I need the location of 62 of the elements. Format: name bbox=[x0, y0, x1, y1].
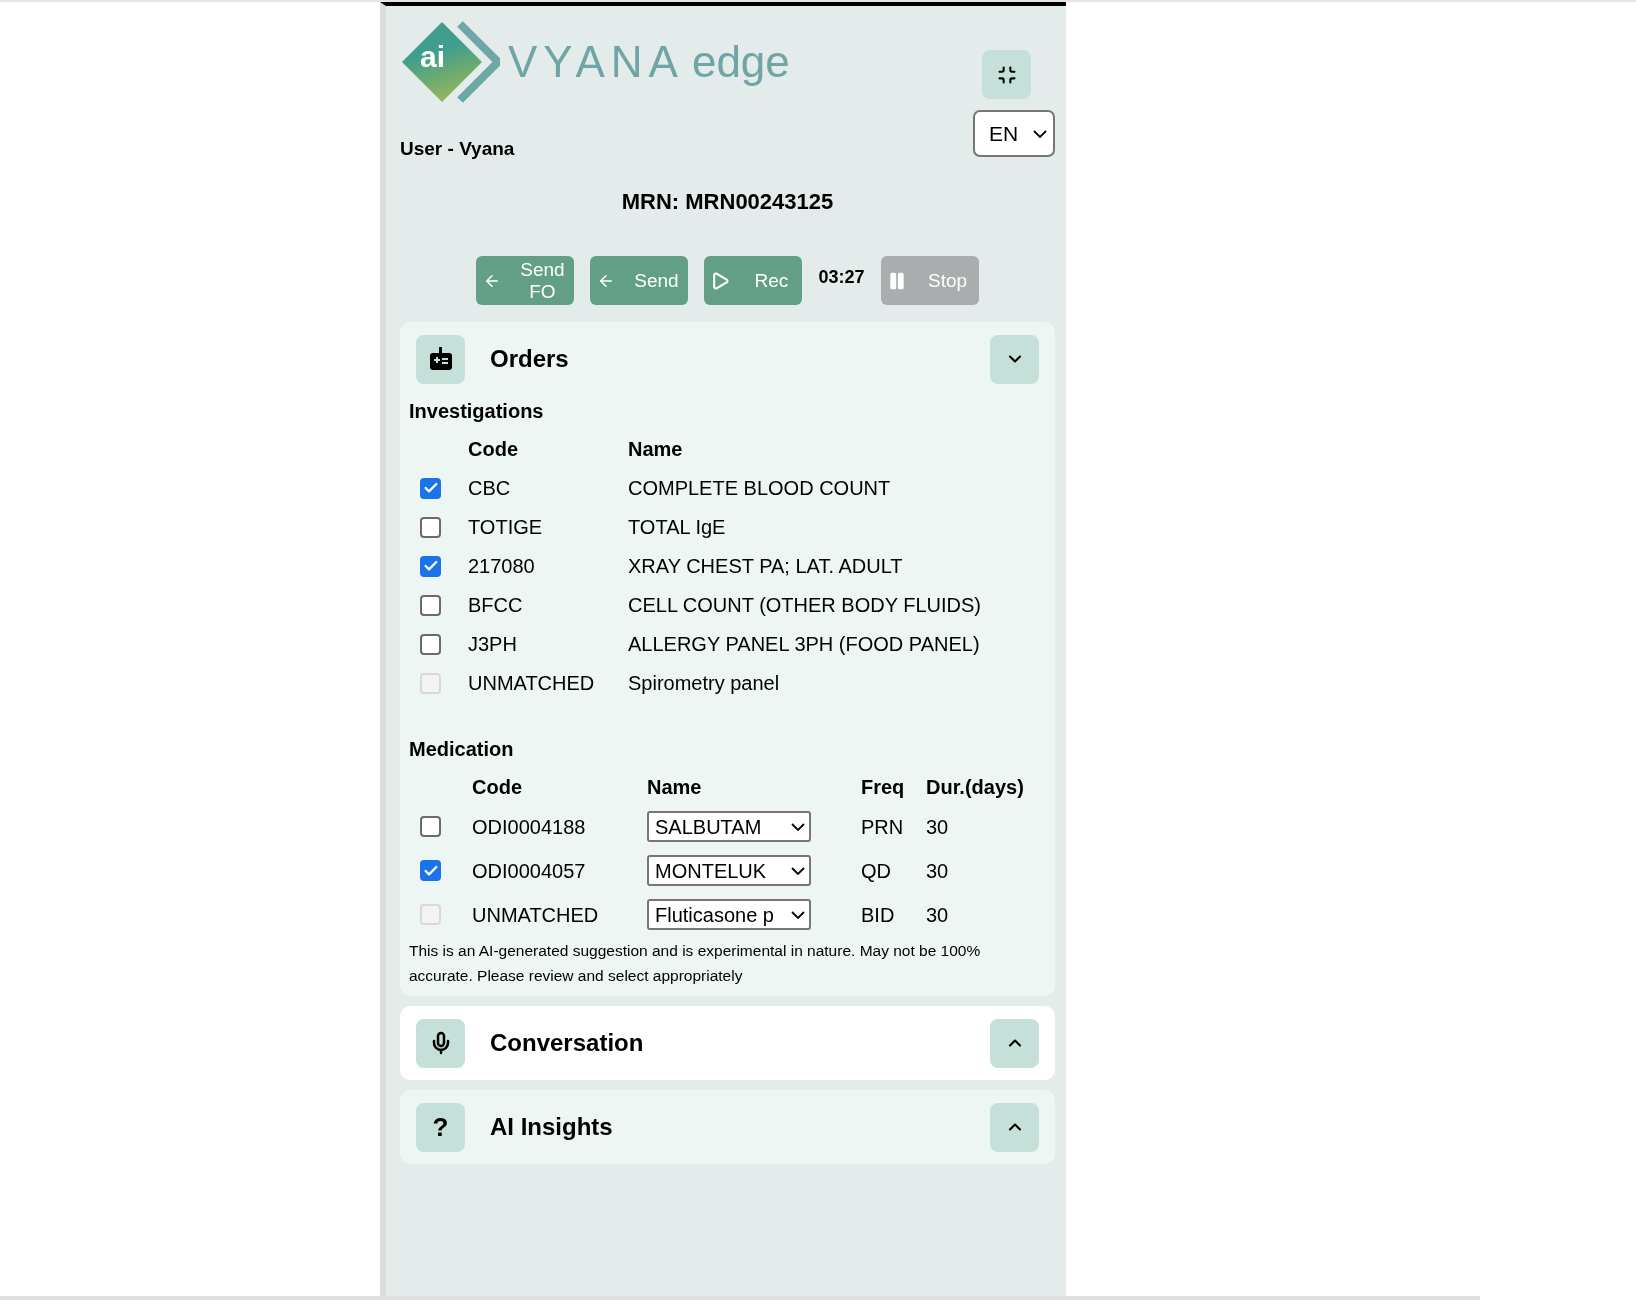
ai-disclaimer: This is an AI-generated suggestion and is experimental in nature. May not be 100% accurate. Please review and select appropriately bbox=[409, 941, 982, 986]
section-title: AI Insights bbox=[490, 1112, 613, 1142]
checkbox[interactable] bbox=[420, 477, 441, 499]
code-cell-text: UNMATCHED bbox=[472, 903, 600, 926]
code-cell-text: J3PH bbox=[468, 633, 518, 655]
section-title: Orders bbox=[490, 344, 569, 374]
logo-diamond-icon bbox=[400, 20, 500, 104]
code-cell-text: BFCC bbox=[468, 594, 524, 616]
name-cell-text: CELL COUNT (OTHER BODY FLUIDS) bbox=[628, 594, 983, 616]
expand-toggle[interactable] bbox=[990, 334, 1039, 384]
medication-select[interactable]: SALBUTAM bbox=[647, 811, 811, 842]
name-cell-text: Spirometry panel bbox=[628, 672, 781, 694]
column-header: Name bbox=[628, 438, 684, 460]
play-icon bbox=[710, 270, 731, 291]
medical-briefcase-icon bbox=[429, 347, 452, 371]
column-header: Freq bbox=[861, 776, 906, 798]
checkbox[interactable] bbox=[420, 516, 441, 538]
logo-suffix: edge bbox=[691, 40, 790, 84]
dropdown-caret-icon bbox=[791, 822, 805, 831]
user-label: User - Vyana bbox=[400, 136, 515, 161]
column-header: Dur.(days) bbox=[926, 776, 1025, 798]
code-cell-text: ODI0004188 bbox=[472, 815, 587, 838]
dropdown-caret-icon bbox=[791, 866, 805, 875]
expand-toggle[interactable] bbox=[990, 1102, 1039, 1152]
checkbox[interactable] bbox=[420, 860, 441, 881]
frequency-cell-text: BID bbox=[861, 903, 896, 926]
checkbox[interactable] bbox=[420, 594, 441, 616]
duration-cell-text: 30 bbox=[926, 859, 950, 882]
name-cell-text: TOTAL IgE bbox=[628, 516, 727, 538]
question-mark-glyph: ? bbox=[432, 1110, 449, 1144]
duration-cell-text: 30 bbox=[926, 815, 950, 838]
frequency-cell-text: PRN bbox=[861, 815, 905, 838]
minimize-icon[interactable] bbox=[996, 64, 1017, 85]
column-header: Name bbox=[647, 776, 703, 798]
investigations-heading: Investigations bbox=[409, 399, 545, 424]
column-header: Code bbox=[472, 776, 523, 798]
medication-select[interactable]: MONTELUK bbox=[647, 855, 811, 886]
dropdown-caret-icon bbox=[1033, 129, 1047, 138]
checkbox[interactable] bbox=[420, 555, 441, 577]
section-title: Conversation bbox=[490, 1028, 644, 1058]
name-cell-text: COMPLETE BLOOD COUNT bbox=[628, 477, 892, 499]
language-select[interactable]: EN bbox=[973, 110, 1055, 157]
frequency-cell-text: QD bbox=[861, 859, 892, 882]
expand-toggle[interactable] bbox=[990, 1018, 1039, 1068]
checkbox[interactable] bbox=[420, 816, 441, 837]
logo-badge-text: ai bbox=[420, 42, 446, 72]
duration-cell-text: 30 bbox=[926, 903, 950, 926]
code-cell-text: 217080 bbox=[468, 555, 536, 577]
code-cell-text: ODI0004057 bbox=[472, 859, 587, 882]
minimize-button[interactable] bbox=[982, 50, 1031, 99]
checkbox[interactable] bbox=[420, 633, 441, 655]
recording-timer: 03:27 bbox=[818, 266, 865, 289]
medication-heading: Medication bbox=[409, 737, 515, 762]
mrn-heading: MRN: MRN00243125 bbox=[620, 188, 835, 216]
logo-wordmark: VYANA bbox=[508, 40, 684, 84]
name-cell-text: ALLERGY PANEL 3PH (FOOD PANEL) bbox=[628, 633, 981, 655]
dropdown-caret-icon bbox=[791, 910, 805, 919]
code-cell-text: UNMATCHED bbox=[468, 672, 596, 694]
code-cell-text: TOTIGE bbox=[468, 516, 544, 538]
code-cell-text: CBC bbox=[468, 477, 512, 499]
name-cell-text: XRAY CHEST PA; LAT. ADULT bbox=[628, 555, 904, 577]
column-header: Code bbox=[468, 438, 519, 460]
